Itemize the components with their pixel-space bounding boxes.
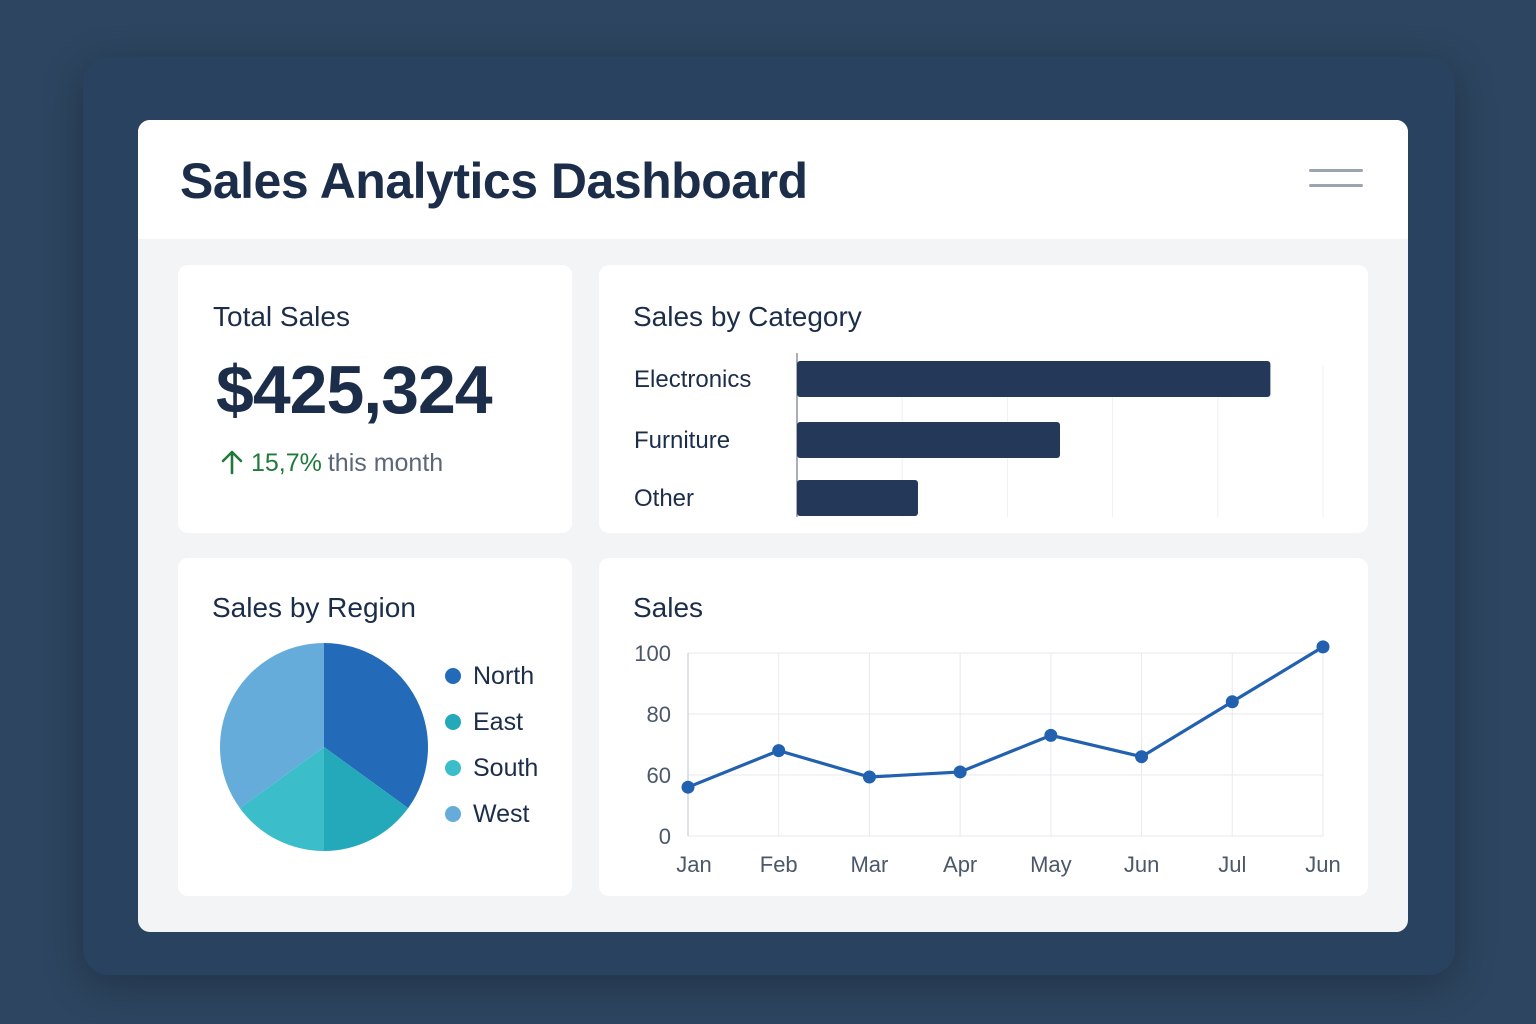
menu-icon[interactable] <box>1306 164 1366 194</box>
header-bar: Sales Analytics Dashboard <box>138 120 1408 239</box>
sales-line-chart: 0 60 80 100 Jan Feb Mar Apr May Jun Jul Jun <box>634 640 1341 877</box>
sales-point <box>681 780 695 794</box>
bar-other <box>797 480 918 516</box>
legend-label: South <box>473 754 539 782</box>
legend-label: North <box>473 662 535 690</box>
trend-indicator: 15,7% this month <box>220 449 443 478</box>
dashboard-window: Sales Analytics Dashboard Total Sales $4… <box>138 120 1408 932</box>
page-title: Sales Analytics Dashboard <box>180 153 808 209</box>
bar-furniture <box>797 422 1060 458</box>
y-tick-label: 0 <box>659 824 671 849</box>
legend-dot <box>445 714 461 730</box>
category-label: Other <box>634 485 694 512</box>
region-pie-chart <box>220 643 428 851</box>
x-tick-label: Apr <box>943 852 977 877</box>
legend-dot <box>445 806 461 822</box>
category-card: Sales by Category Electronics Furniture Ot… <box>599 265 1368 533</box>
arrow-up-icon <box>221 450 243 475</box>
sales-point <box>1135 750 1149 764</box>
y-tick-label: 60 <box>647 763 671 788</box>
category-bar-chart: Electronics Furniture Other <box>634 353 1324 517</box>
x-tick-label: Jul <box>1218 852 1246 877</box>
menu-icon-line <box>1309 169 1363 172</box>
sales-card: Sales 0 60 80 100 Jan Feb Mar Apr May Jun Jul Jun <box>599 558 1368 896</box>
x-tick-label: Feb <box>760 852 798 877</box>
bar-electronics <box>797 361 1271 397</box>
region-chart-title: Sales by Region <box>212 592 416 623</box>
x-tick-label: Jan <box>676 852 711 877</box>
x-tick-label: Mar <box>850 852 888 877</box>
x-tick-label: Jun <box>1124 852 1159 877</box>
menu-icon-line <box>1309 184 1363 187</box>
sales-point <box>1316 640 1330 654</box>
region-card: Sales by Region North East South West <box>178 558 572 896</box>
x-tick-label: May <box>1030 852 1072 877</box>
total-sales-card: Total Sales $425,324 15,7% this month <box>178 265 572 533</box>
sales-point <box>772 744 786 758</box>
trend-label: this month <box>327 449 444 477</box>
sales-point <box>953 765 967 779</box>
legend-dot <box>445 760 461 776</box>
sales-line <box>687 645 1324 789</box>
legend-label: East <box>473 708 524 736</box>
category-label: Electronics <box>634 366 751 393</box>
trend-value: 15,7% <box>250 449 322 477</box>
sales-point <box>1225 695 1239 709</box>
sales-point <box>1044 728 1058 742</box>
y-tick-label: 80 <box>647 702 671 727</box>
sales-point <box>862 770 876 784</box>
x-tick-label: Jun <box>1305 852 1340 877</box>
total-sales-value: $425,324 <box>216 352 493 428</box>
legend-label: West <box>473 800 530 828</box>
total-sales-title: Total Sales <box>213 301 350 332</box>
y-tick-label: 100 <box>634 641 671 666</box>
category-label: Furniture <box>634 427 730 454</box>
legend-dot <box>445 668 461 684</box>
